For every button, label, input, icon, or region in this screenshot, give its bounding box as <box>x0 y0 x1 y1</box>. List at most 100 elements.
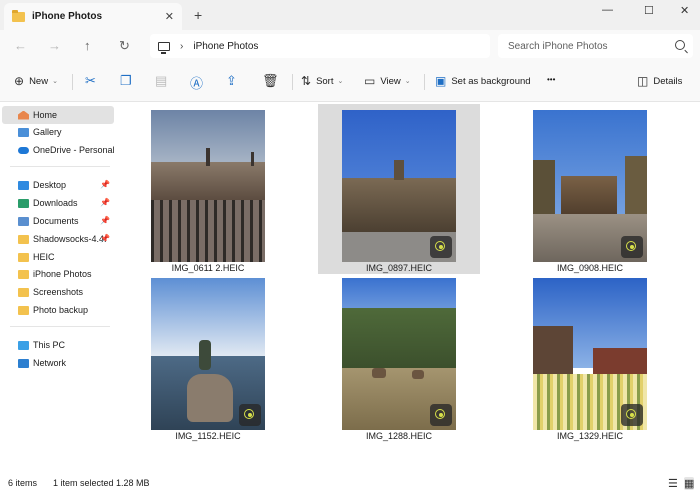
forward-button[interactable]: → <box>48 38 61 53</box>
sidebar-item-photo-backup[interactable]: Photo backup <box>2 301 114 319</box>
large-icons-view-icon[interactable]: ▦ <box>684 477 695 490</box>
breadcrumb-iphone-photos[interactable]: iPhone Photos <box>193 41 258 52</box>
sidebar-item-desktop[interactable]: Desktop 📌 <box>2 176 114 194</box>
new-button[interactable]: ⊕ New ⌄ <box>14 74 58 88</box>
sidebar-item-network[interactable]: Network <box>2 354 114 372</box>
this-pc-icon[interactable] <box>158 41 170 54</box>
photo-thumbnail <box>533 278 647 430</box>
live-photo-icon <box>621 236 643 258</box>
sidebar-item-label: Network <box>33 358 67 368</box>
share-icon[interactable]: ⇪ <box>226 73 237 89</box>
divider <box>10 166 110 167</box>
sidebar-item-label: Photo backup <box>33 305 89 315</box>
plus-circle-icon: ⊕ <box>14 74 25 88</box>
sidebar-item-iphone-photos[interactable]: iPhone Photos <box>2 265 114 283</box>
delete-icon[interactable]: 🗑 <box>262 73 279 89</box>
sidebar-item-heic[interactable]: HEIC <box>2 248 114 266</box>
cut-icon[interactable]: ✂ <box>85 73 96 89</box>
home-icon <box>18 110 29 120</box>
cloud-icon <box>18 146 29 154</box>
sidebar-item-this-pc[interactable]: This PC <box>2 336 114 354</box>
sort-button[interactable]: ⇅ Sort ⌄ <box>301 74 343 88</box>
sidebar-item-screenshots[interactable]: Screenshots <box>2 283 114 301</box>
chevron-down-icon: ⌄ <box>52 78 58 85</box>
sort-label: Sort <box>316 75 334 87</box>
folder-icon <box>18 287 29 297</box>
wallpaper-icon: ▣ <box>435 74 447 88</box>
chevron-right-icon[interactable]: › <box>180 41 183 52</box>
minimize-button[interactable]: — <box>602 4 613 16</box>
computer-icon <box>18 340 29 350</box>
search-input[interactable]: Search iPhone Photos <box>498 34 693 58</box>
live-photo-icon <box>239 404 261 426</box>
command-bar: ⊕ New ⌄ ✂ ❐ ▤ Ⓐ ⇪ 🗑 ⇅ Sort ⌄ ▭ View ⌄ ▣ … <box>0 62 700 102</box>
pin-icon[interactable]: 📌 <box>100 216 110 225</box>
search-icon[interactable] <box>675 40 685 50</box>
folder-icon <box>18 305 29 315</box>
sidebar-item-documents[interactable]: Documents 📌 <box>2 212 114 230</box>
copy-icon[interactable]: ❐ <box>120 73 132 89</box>
view-icon: ▭ <box>364 74 376 88</box>
photo-thumbnail <box>533 110 647 262</box>
refresh-button[interactable]: ↻ <box>119 38 130 54</box>
sidebar-item-label: iPhone Photos <box>33 269 92 279</box>
close-tab-icon[interactable]: ✕ <box>165 10 174 23</box>
more-options-button[interactable]: ••• <box>547 75 555 84</box>
details-view-icon[interactable]: ☰ <box>668 477 678 490</box>
title-bar: iPhone Photos ✕ + — ☐ ✕ <box>0 0 700 30</box>
file-tile[interactable]: IMG_0611 2.HEIC <box>127 104 289 274</box>
sidebar-item-downloads[interactable]: Downloads 📌 <box>2 194 114 212</box>
file-name: IMG_1329.HEIC <box>556 431 624 441</box>
network-icon <box>18 358 29 368</box>
up-button[interactable]: ↑ <box>84 38 91 53</box>
details-pane-icon: ◫ <box>637 74 649 88</box>
new-label: New <box>29 75 49 87</box>
divider <box>10 326 110 327</box>
sidebar-item-label: Downloads <box>33 198 78 208</box>
view-label: View <box>380 75 401 87</box>
back-button[interactable]: ← <box>14 38 27 53</box>
file-tile[interactable]: IMG_1329.HEIC <box>509 272 671 442</box>
maximize-button[interactable]: ☐ <box>644 4 654 17</box>
file-tile[interactable]: IMG_1152.HEIC <box>127 272 289 442</box>
pin-icon[interactable]: 📌 <box>100 234 110 243</box>
file-name: IMG_1288.HEIC <box>365 431 433 441</box>
gallery-icon <box>18 127 29 137</box>
pin-icon[interactable]: 📌 <box>100 198 110 207</box>
rename-icon[interactable]: Ⓐ <box>190 73 203 92</box>
sidebar-item-label: Home <box>33 110 58 120</box>
file-tile-selected[interactable]: IMG_0897.HEIC <box>318 104 480 274</box>
new-tab-button[interactable]: + <box>194 7 202 23</box>
sidebar-item-label: This PC <box>33 340 66 350</box>
sidebar-item-label: Documents <box>33 216 79 226</box>
chevron-down-icon: ⌄ <box>404 78 411 85</box>
view-button[interactable]: ▭ View ⌄ <box>364 74 411 88</box>
sidebar-item-onedrive[interactable]: OneDrive - Personal <box>2 141 114 159</box>
sidebar-item-label: Gallery <box>33 127 62 137</box>
file-tile[interactable]: IMG_1288.HEIC <box>318 272 480 442</box>
divider <box>292 74 293 90</box>
desktop-folder-icon <box>18 180 29 190</box>
sidebar-item-gallery[interactable]: Gallery <box>2 123 114 141</box>
pin-icon[interactable]: 📌 <box>100 180 110 189</box>
close-window-button[interactable]: ✕ <box>680 4 689 17</box>
file-tile[interactable]: IMG_0908.HEIC <box>509 104 671 274</box>
paste-icon[interactable]: ▤ <box>155 73 167 89</box>
tab-iphone-photos[interactable]: iPhone Photos ✕ <box>4 3 182 30</box>
sidebar-item-home[interactable]: Home <box>2 106 114 124</box>
sidebar-item-label: HEIC <box>33 252 55 262</box>
photo-thumbnail <box>151 110 265 262</box>
details-button[interactable]: ◫ Details <box>637 74 682 88</box>
sidebar-item-shadowsocks[interactable]: Shadowsocks-4.4. 📌 <box>2 230 114 248</box>
tab-title: iPhone Photos <box>32 11 102 22</box>
folder-icon <box>12 9 25 22</box>
chevron-down-icon: ⌄ <box>337 78 344 85</box>
navigation-pane: Home Gallery OneDrive - Personal Desktop… <box>0 102 116 472</box>
set-as-background-button[interactable]: ▣ Set as background <box>435 74 531 88</box>
photo-thumbnail <box>151 278 265 430</box>
item-count: 6 items <box>8 478 38 488</box>
divider <box>424 74 425 90</box>
address-bar[interactable]: › iPhone Photos <box>150 34 490 58</box>
documents-icon <box>18 216 29 226</box>
photo-thumbnail <box>342 278 456 430</box>
